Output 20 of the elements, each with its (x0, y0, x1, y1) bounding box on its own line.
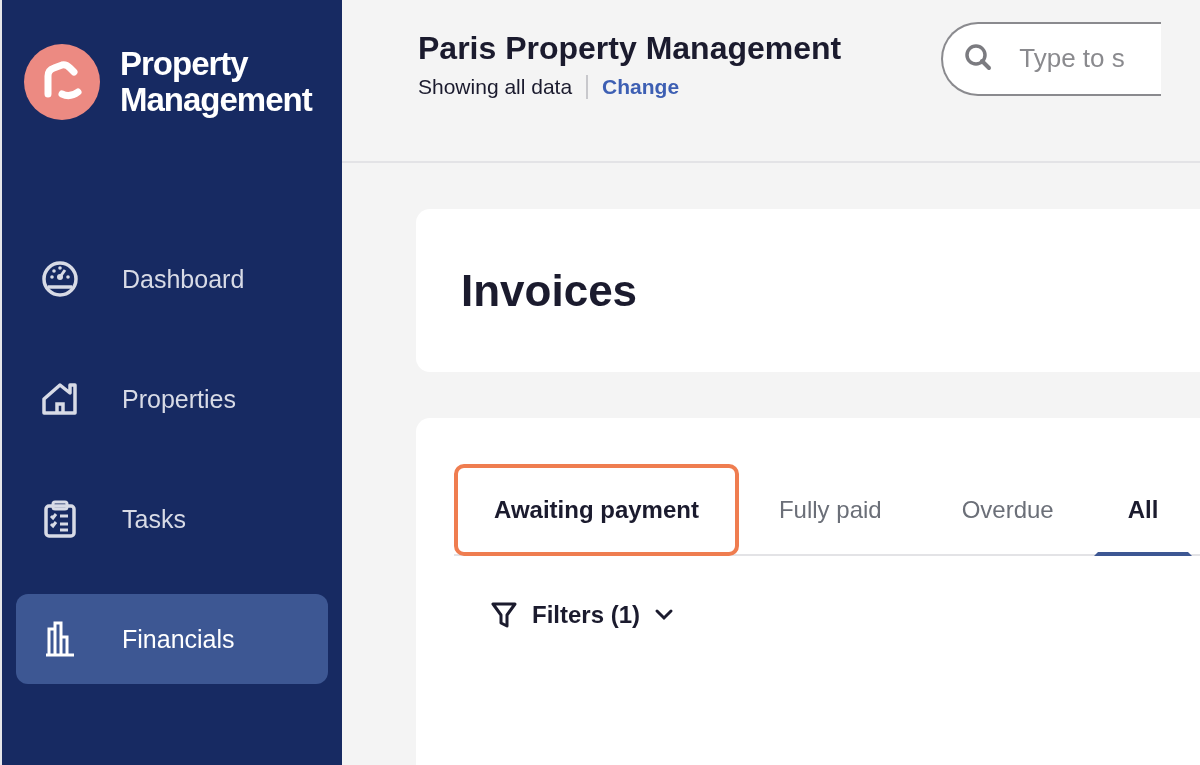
search-icon (963, 41, 994, 72)
header-title: Paris Property Management (418, 30, 842, 67)
nav-item[interactable]: Dashboard (16, 234, 328, 324)
tab[interactable]: Fully paid (738, 464, 922, 556)
brand-name: Property Management (120, 46, 314, 118)
chevron-down-icon (654, 608, 675, 622)
nav-item[interactable]: Properties (16, 354, 328, 444)
filter-icon (490, 600, 518, 630)
filters-button[interactable]: Filters (1) (490, 600, 675, 630)
logo-icon (24, 44, 100, 120)
tab[interactable]: All (1093, 464, 1193, 556)
tab[interactable]: Overdue (921, 464, 1094, 556)
gauge-icon (40, 259, 80, 299)
change-link[interactable]: Change (602, 75, 680, 99)
search-field[interactable]: Type to s (941, 21, 1162, 96)
nav-item[interactable]: Financials (16, 594, 328, 684)
page-title: Invoices (461, 265, 638, 316)
nav-item[interactable]: Tasks (16, 474, 328, 564)
subtitle: Showing all data (418, 75, 573, 99)
tab[interactable]: Awaiting payment (454, 464, 739, 556)
